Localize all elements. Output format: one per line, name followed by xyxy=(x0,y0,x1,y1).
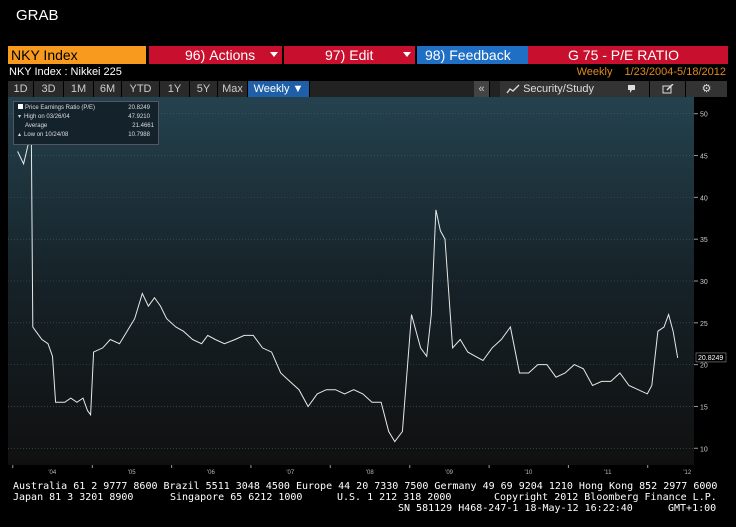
footer-copyright: Copyright 2012 Bloomberg Finance L.P. xyxy=(494,492,717,503)
footer-japan: Japan 81 3 3201 8900 xyxy=(13,492,134,503)
high-marker-icon: ▾ xyxy=(18,114,22,120)
last-value-tag: 20.8249 xyxy=(695,352,727,363)
security-study-button[interactable]: Security/Study xyxy=(500,81,620,97)
x-tick-label: '12 xyxy=(683,470,691,476)
legend-label-high: High on 03/26/04 xyxy=(24,114,70,120)
edit-menu-button[interactable]: 97) Edit xyxy=(284,46,415,64)
x-tick-label: '08 xyxy=(366,470,374,476)
footer-us: U.S. 1 212 318 2000 xyxy=(337,492,452,503)
actions-label: Actions xyxy=(209,47,256,63)
annotate-icon[interactable] xyxy=(614,81,650,97)
date-range-info: Weekly 1/23/2004-5/18/2012 xyxy=(577,66,726,78)
frequency-select[interactable]: Weekly ▼ xyxy=(248,81,310,97)
legend-value-high: 47.9210 xyxy=(128,114,150,120)
collapse-button[interactable]: « xyxy=(474,81,490,97)
period-6m-button[interactable]: 6M xyxy=(94,81,122,97)
y-tick-label: 40 xyxy=(700,195,708,202)
x-tick-label: '09 xyxy=(445,470,453,476)
security-description: NKY Index : Nikkei 225 xyxy=(9,66,122,78)
chevron-down-icon xyxy=(403,52,411,57)
x-tick-label: '07 xyxy=(286,470,294,476)
feedback-label: Feedback xyxy=(449,47,511,63)
y-tick-label: 35 xyxy=(700,237,708,244)
y-tick-label: 20 xyxy=(700,363,708,370)
x-tick-label: '10 xyxy=(525,470,533,476)
legend-label-pe: Price Earnings Ratio (P/E) xyxy=(25,105,96,111)
footer-contacts-line1: Australia 61 2 9777 8600 Brazil 5511 304… xyxy=(13,481,718,492)
pe-ratio-chart: 50 45 40 35 30 25 20 15 10 '04 '05 '06 '07 '08 '09 '10… xyxy=(8,97,728,478)
footer-timezone: GMT+1:00 xyxy=(668,503,717,514)
x-tick-label: '11 xyxy=(604,470,612,476)
y-tick-label: 30 xyxy=(700,279,708,286)
footer-singapore: Singapore 65 6212 1000 xyxy=(170,492,303,503)
actions-menu-button[interactable]: 96) Actions xyxy=(149,46,282,64)
x-tick-label: '04 xyxy=(48,470,56,476)
period-ytd-button[interactable]: YTD xyxy=(122,81,160,97)
legend-row-high: ▾ High on 03/26/04 47.9210 xyxy=(18,113,154,121)
x-tick-label: '05 xyxy=(128,470,136,476)
frequency-label: Weekly xyxy=(576,66,613,78)
legend-swatch xyxy=(18,104,23,109)
date-range: 1/23/2004-5/18/2012 xyxy=(624,66,726,78)
period-1y-button[interactable]: 1Y xyxy=(160,81,190,97)
legend-label-average: Average xyxy=(25,123,48,129)
legend-label-low: Low on 10/24/08 xyxy=(24,132,69,138)
y-tick-label: 10 xyxy=(700,446,708,453)
footer-session-info: SN 581129 H468-247-1 18-May-12 16:22:40 xyxy=(398,503,633,514)
period-3d-button[interactable]: 3D xyxy=(34,81,64,97)
feedback-number: 98) xyxy=(425,47,446,63)
chevron-down-icon xyxy=(270,52,278,57)
legend-value-pe: 20.8249 xyxy=(128,105,150,111)
window-title: GRAB xyxy=(16,7,59,24)
edit-label: Edit xyxy=(349,47,374,63)
settings-gear-icon[interactable]: ⚙ xyxy=(686,81,728,97)
period-5y-button[interactable]: 5Y xyxy=(190,81,218,97)
y-tick-label: 50 xyxy=(700,112,708,119)
last-value-label: 20.8249 xyxy=(698,355,723,362)
actions-number: 96) xyxy=(185,47,206,63)
x-tick-label: '06 xyxy=(207,470,215,476)
chart-line-icon xyxy=(506,84,520,94)
edit-number: 97) xyxy=(325,47,346,63)
y-tick-label: 25 xyxy=(700,321,708,328)
legend-value-low: 10.7988 xyxy=(128,132,150,138)
command-bar: NKY Index 96) Actions 97) Edit 98) Feedback… xyxy=(8,46,728,65)
feedback-button[interactable]: 98) Feedback xyxy=(417,46,533,64)
legend-row-average: Average 21.4661 xyxy=(18,122,154,130)
period-max-button[interactable]: Max xyxy=(218,81,248,97)
period-1d-button[interactable]: 1D xyxy=(8,81,34,97)
chart-toolbar: 1D 3D 1M 6M YTD 1Y 5Y Max Weekly ▼ « Sec… xyxy=(8,81,728,97)
y-tick-label: 15 xyxy=(700,404,708,411)
chart-legend: Price Earnings Ratio (P/E) 20.8249 ▾ High … xyxy=(13,101,159,145)
ticker-field[interactable]: NKY Index xyxy=(8,46,146,64)
y-tick-label: 45 xyxy=(700,154,708,161)
security-study-label: Security/Study xyxy=(523,83,594,95)
edit-icon[interactable] xyxy=(650,81,686,97)
low-marker-icon: ▴ xyxy=(18,132,22,138)
legend-value-average: 21.4661 xyxy=(132,123,154,129)
legend-row-low: ▴ Low on 10/24/08 10.7988 xyxy=(18,131,154,139)
legend-row-pe: Price Earnings Ratio (P/E) 20.8249 xyxy=(18,104,154,112)
period-1m-button[interactable]: 1M xyxy=(64,81,94,97)
function-title: G 75 - P/E RATIO xyxy=(528,46,728,64)
